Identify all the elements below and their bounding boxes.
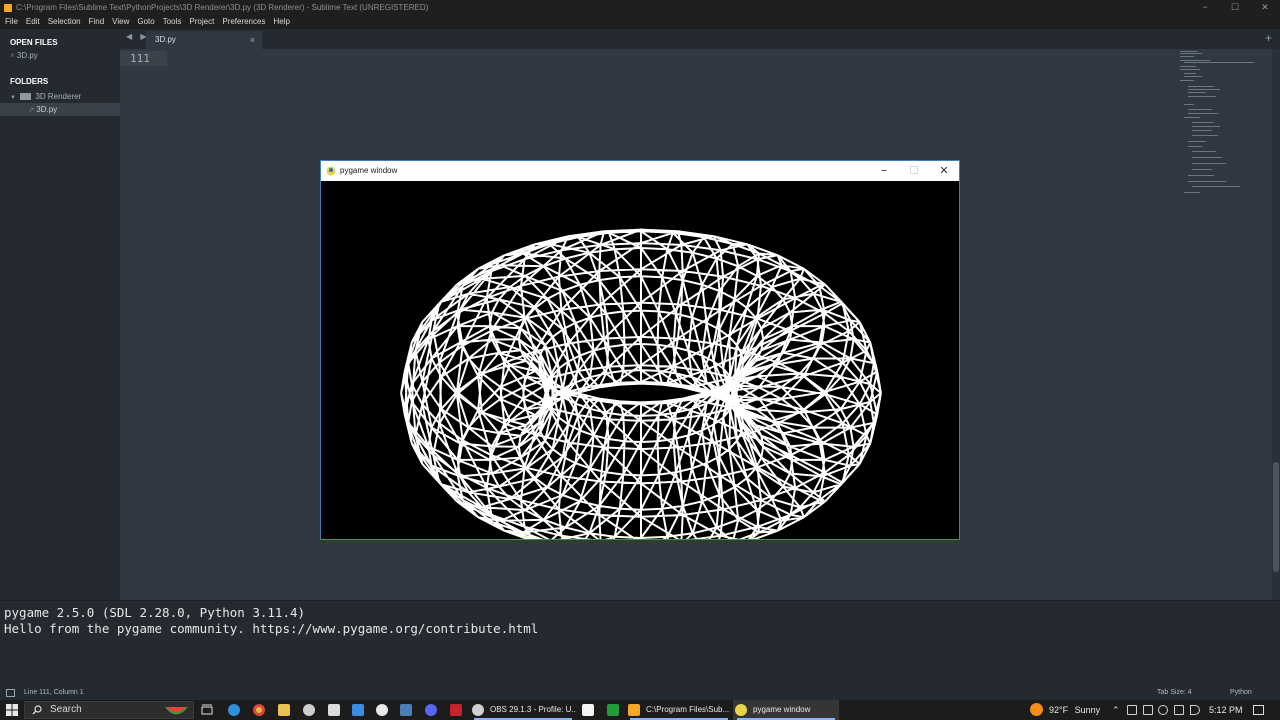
torus-mesh-edges [400,228,882,539]
pygame-render-canvas[interactable] [321,181,959,539]
scrollbar-thumb[interactable] [1273,462,1279,572]
pygame-maximize-button[interactable]: ☐ [899,161,929,181]
status-bar: Line 111, Column 1 Tab Size: 4 Python [0,686,1280,700]
pygame-close-button[interactable]: ✕ [929,161,959,181]
torus-wireframe [400,228,882,539]
menu-goto[interactable]: Goto [137,15,154,29]
minimize-button[interactable]: − [1190,0,1220,15]
syntax-mode[interactable]: Python [1230,686,1252,700]
editor-scrollbar[interactable] [1272,49,1280,600]
file-type-icon: /* [30,108,35,114]
pygame-window-controls: − ☐ ✕ [869,161,959,181]
line-number: 111 [130,52,150,65]
clock[interactable]: 5:12 PM [1209,700,1243,720]
open-files-heading: OPEN FILES [10,38,58,47]
menu-tools[interactable]: Tools [163,15,182,29]
pygame-title: pygame window [340,166,398,175]
sublime-icon [4,4,12,12]
microphone-icon[interactable] [1158,705,1168,715]
window-controls: − ☐ ✕ [1190,0,1280,15]
notification-icon[interactable] [1253,705,1264,715]
menu-selection[interactable]: Selection [48,15,81,29]
console-line: Hello from the pygame community. https:/… [4,620,539,636]
chevron-up-icon[interactable]: ⌃ [1112,700,1120,720]
tab-size[interactable]: Tab Size: 4 [1157,686,1192,700]
tab-close-icon[interactable]: × [250,31,255,49]
menu-edit[interactable]: Edit [26,15,40,29]
menu-find[interactable]: Find [89,15,105,29]
weather-temp: 92°F [1049,705,1069,715]
open-file-item[interactable]: × 3D.py [0,49,120,62]
weather-condition: Sunny [1074,705,1101,715]
new-tab-icon[interactable]: + [1265,31,1272,45]
expand-arrow-icon[interactable]: ▼ [10,95,16,101]
folders-heading: FOLDERS [10,77,49,86]
pygame-titlebar[interactable]: pygame window − ☐ ✕ [321,161,959,181]
open-file-close-icon[interactable]: × [10,51,15,60]
maximize-button[interactable]: ☐ [1220,0,1250,15]
volume-icon[interactable] [1190,705,1200,715]
window-titlebar: C:\Program Files\Sublime Text\PythonProj… [0,0,1280,15]
open-file-label: 3D.py [16,51,38,60]
weather-sunny-icon[interactable] [1030,703,1043,716]
menu-file[interactable]: File [5,15,18,29]
ime-icon[interactable] [1143,705,1153,715]
menu-help[interactable]: Help [273,15,289,29]
menu-bar: File Edit Selection Find View Goto Tools… [0,15,1280,29]
menu-project[interactable]: Project [189,15,214,29]
display-icon[interactable] [1174,705,1184,715]
close-button[interactable]: ✕ [1250,0,1280,15]
folder-label: 3D Renderer [35,92,82,101]
tab-3d-py[interactable]: 3D.py × [146,31,262,49]
tab-bar: ◀ ▶ 3D.py × + [120,29,1280,49]
menu-preferences[interactable]: Preferences [222,15,265,29]
console-panel[interactable]: pygame 2.5.0 (SDL 2.28.0, Python 3.11.4)… [0,600,1280,686]
cursor-position: Line 111, Column 1 [24,689,84,696]
pygame-minimize-button[interactable]: − [869,161,899,181]
folder-icon [20,93,32,100]
system-tray: 92°F Sunny ⌃ 5:12 PM [0,700,1280,720]
folder-file-item[interactable]: /* 3D.py [0,103,120,116]
weather-widget[interactable]: 92°F Sunny [1049,700,1100,720]
window-title: C:\Program Files\Sublime Text\PythonProj… [16,3,429,12]
minimap[interactable] [1180,49,1254,199]
folder-item-3d-renderer[interactable]: ▼ 3D Renderer [0,90,120,103]
folder-file-label: 3D.py [36,105,58,114]
panel-toggle-icon[interactable] [6,689,15,697]
menu-view[interactable]: View [112,15,129,29]
pygame-window[interactable]: pygame window − ☐ ✕ [320,160,960,540]
network-icon[interactable] [1127,705,1137,715]
sidebar: OPEN FILES × 3D.py FOLDERS ▼ 3D Renderer… [0,29,120,600]
tab-label: 3D.py [155,35,176,44]
taskbar: Search OBS 29.1.3 - Profile: U... C:\Pro… [0,700,1280,720]
pygame-snake-icon [326,166,336,176]
console-line: pygame 2.5.0 (SDL 2.28.0, Python 3.11.4) [4,605,306,620]
